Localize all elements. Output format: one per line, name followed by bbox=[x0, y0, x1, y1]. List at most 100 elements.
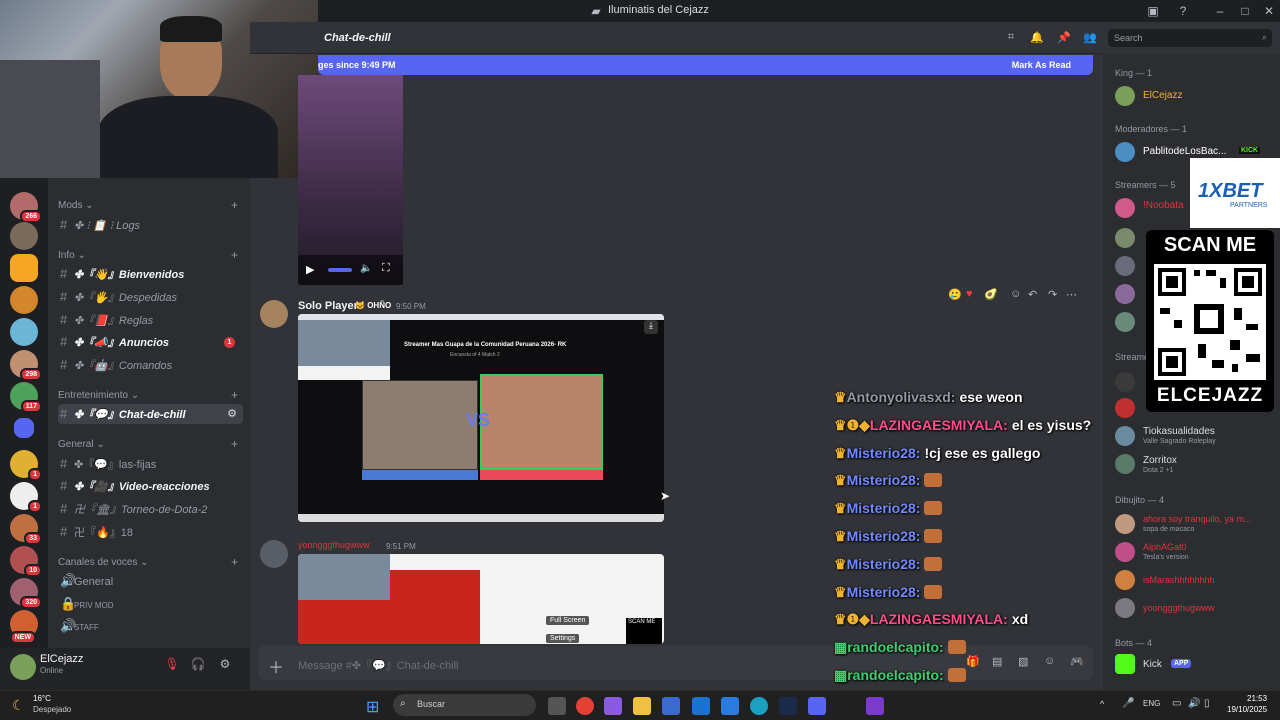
server-icon[interactable]: NEW bbox=[9, 610, 38, 644]
headphones-icon[interactable]: 🎧 bbox=[190, 657, 206, 673]
copilot-icon[interactable] bbox=[604, 697, 622, 715]
avatar[interactable] bbox=[1115, 372, 1135, 392]
sticker-icon[interactable]: ▧ bbox=[1018, 655, 1028, 668]
category-voice[interactable]: Canales de voces ⌄ bbox=[58, 557, 149, 568]
server-icon[interactable]: 1 bbox=[10, 450, 42, 481]
avatar[interactable] bbox=[1115, 86, 1135, 106]
avatar[interactable] bbox=[1115, 598, 1135, 618]
forward-icon[interactable]: ↷ bbox=[1048, 288, 1057, 301]
image-attachment[interactable]: Full Screen Settings SCAN ME bbox=[298, 554, 664, 644]
steam-icon[interactable] bbox=[779, 697, 797, 715]
settings-icon[interactable]: ⚙ bbox=[217, 657, 233, 673]
server-icon[interactable] bbox=[10, 318, 38, 346]
server-icon[interactable]: 320 bbox=[10, 578, 42, 609]
play-icon[interactable]: ▶ bbox=[306, 263, 314, 276]
server-icon[interactable]: 10 bbox=[10, 546, 42, 577]
avatar[interactable] bbox=[1115, 312, 1135, 332]
members-icon[interactable]: 👥 bbox=[1083, 31, 1097, 45]
weather-icon[interactable]: ☾ bbox=[12, 697, 25, 714]
channel-bienvenidos[interactable]: # ✤『👋』Bienvenidos bbox=[58, 264, 243, 284]
search-input[interactable]: Search ⌕ bbox=[1108, 29, 1272, 47]
voice-channel-staff[interactable]: 🔊STAFF bbox=[58, 616, 243, 636]
mic-tray-icon[interactable]: 🎤 bbox=[1122, 698, 1134, 709]
clock-date[interactable]: 19/10/2025 bbox=[1227, 705, 1267, 714]
store-icon[interactable] bbox=[662, 697, 680, 715]
voice-channel-general[interactable]: 🔊General bbox=[58, 571, 243, 591]
start-icon[interactable]: ⊞ bbox=[366, 697, 384, 716]
discord-icon[interactable] bbox=[808, 697, 826, 715]
reaction-avocado-icon[interactable]: 🥑 bbox=[984, 288, 998, 301]
avatar[interactable] bbox=[1115, 654, 1135, 674]
gift-icon[interactable]: 🎁 bbox=[966, 655, 980, 668]
fullscreen-icon[interactable]: ⛶ bbox=[382, 262, 390, 275]
server-icon[interactable]: 1 bbox=[10, 482, 42, 513]
member-name[interactable]: Tiokasualidades bbox=[1143, 426, 1215, 437]
volume-icon[interactable]: 🔈 bbox=[360, 263, 372, 274]
close-icon[interactable]: ✕ bbox=[1261, 3, 1277, 19]
avatar[interactable] bbox=[1115, 542, 1135, 562]
channel-comandos[interactable]: # ✤『🤖』Comandos bbox=[58, 355, 243, 375]
avatar[interactable] bbox=[1115, 426, 1135, 446]
add-attachment-icon[interactable]: ＋ bbox=[268, 654, 284, 678]
language-indicator[interactable]: ENG bbox=[1143, 699, 1160, 708]
user-name[interactable]: ElCejazz bbox=[40, 653, 83, 665]
channel-18[interactable]: # 卍『🔥』18 bbox=[58, 522, 243, 542]
message-author[interactable]: yoongggthugwww bbox=[298, 540, 370, 550]
download-icon[interactable]: ⤓ bbox=[644, 320, 658, 334]
image-attachment[interactable]: Streamer Mas Guapa de la Comunidad Perua… bbox=[298, 314, 664, 522]
channel-anuncios[interactable]: # ✤『📣』Anuncios 1 bbox=[58, 332, 243, 352]
settings-button[interactable]: Settings bbox=[546, 634, 580, 643]
member-name[interactable]: yoongggthugwww bbox=[1143, 603, 1215, 613]
member-name[interactable]: !Noobata bbox=[1143, 200, 1184, 211]
speaker-tray-icon[interactable]: 🔊 bbox=[1188, 698, 1200, 709]
weather-temp[interactable]: 16°C bbox=[33, 694, 51, 703]
edge-icon[interactable] bbox=[750, 697, 768, 715]
obs-icon[interactable] bbox=[866, 697, 884, 715]
task-view-icon[interactable] bbox=[548, 697, 566, 715]
avatar[interactable] bbox=[10, 654, 36, 680]
outlook-icon[interactable] bbox=[692, 697, 710, 715]
avatar[interactable] bbox=[1115, 454, 1135, 474]
server-icon[interactable] bbox=[10, 254, 38, 282]
bell-icon[interactable]: 🔔 bbox=[1030, 31, 1044, 45]
avatar[interactable] bbox=[1115, 284, 1135, 304]
avatar[interactable] bbox=[1115, 142, 1135, 162]
channel-torneo-dota[interactable]: # 卍『🏛』Torneo-de-Dota-2 bbox=[58, 499, 243, 519]
dropbox-icon[interactable] bbox=[721, 697, 739, 715]
category-mods[interactable]: Mods ⌄ bbox=[58, 200, 94, 211]
apps-icon[interactable]: 🎮 bbox=[1070, 655, 1084, 668]
member-name[interactable]: Zorritox bbox=[1143, 455, 1177, 466]
message-input[interactable]: Message #✤『💬』Chat-de-chill bbox=[298, 657, 458, 673]
add-channel-icon[interactable]: + bbox=[231, 248, 238, 262]
member-name[interactable]: PablitodeLosBac... bbox=[1143, 146, 1226, 157]
settings-icon[interactable]: ⚙ bbox=[227, 404, 237, 424]
maximize-icon[interactable]: □ bbox=[1237, 3, 1253, 19]
category-general[interactable]: General ⌄ bbox=[58, 439, 105, 450]
video-attachment[interactable]: ▶ 🔈 ⛶ bbox=[298, 75, 403, 285]
gif-icon[interactable]: ▤ bbox=[992, 655, 1002, 668]
battery-icon[interactable]: ▯ bbox=[1204, 698, 1210, 709]
avatar[interactable] bbox=[260, 300, 288, 328]
add-reaction-icon[interactable]: ☺ bbox=[1010, 288, 1021, 300]
member-name[interactable]: isMarashhhhhhhh bbox=[1143, 575, 1215, 585]
pin-icon[interactable]: 📌 bbox=[1057, 31, 1071, 45]
full-screen-button[interactable]: Full Screen bbox=[546, 616, 590, 625]
help-icon[interactable]: ? bbox=[1175, 3, 1191, 19]
channel-chat-de-chill[interactable]: # ✤『💬』Chat-de-chill ⚙ bbox=[58, 404, 243, 424]
reaction-emoji-icon[interactable]: 🥲 bbox=[948, 288, 962, 301]
channel-despedidas[interactable]: # ✤『🖐』Despedidas bbox=[58, 287, 243, 307]
category-info[interactable]: Info ⌄ bbox=[58, 250, 86, 261]
network-icon[interactable]: ▭ bbox=[1172, 698, 1181, 709]
emoji-icon[interactable]: ☺ bbox=[1044, 655, 1055, 667]
server-icon[interactable] bbox=[10, 286, 38, 314]
file-explorer-icon[interactable] bbox=[633, 697, 651, 715]
channel-logs[interactable]: # ✤ ⁝ 📋 ⁝ Logs bbox=[58, 215, 243, 235]
server-icon[interactable]: 33 bbox=[10, 514, 42, 545]
reply-icon[interactable]: ↶ bbox=[1028, 288, 1037, 301]
avatar[interactable] bbox=[260, 540, 288, 568]
tray-expand-icon[interactable]: ^ bbox=[1100, 699, 1104, 709]
mark-as-read-button[interactable]: Mark As Read bbox=[1012, 60, 1071, 70]
avatar[interactable] bbox=[1115, 228, 1135, 248]
clock-time[interactable]: 21:53 bbox=[1247, 694, 1267, 703]
server-icon[interactable] bbox=[10, 222, 38, 250]
